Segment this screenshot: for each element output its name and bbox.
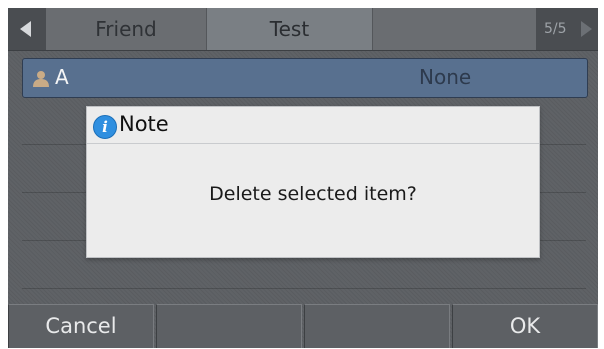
list-divider: [22, 288, 586, 289]
dialog-message: Delete selected item?: [209, 183, 417, 205]
tab-empty[interactable]: [371, 8, 536, 50]
softkey-3[interactable]: [304, 304, 450, 348]
note-dialog: i Note Delete selected item?: [86, 106, 540, 258]
tab-bar: Friend Test 5/5: [8, 8, 598, 51]
page-indicator: 5/5: [544, 21, 567, 37]
softkey-bar: Cancel OK: [8, 304, 598, 348]
contact-value: None: [419, 65, 472, 89]
dialog-header: i Note: [87, 107, 539, 144]
next-page-button[interactable]: 5/5: [536, 8, 598, 50]
contact-list-item[interactable]: A None: [22, 58, 588, 98]
arrow-right-icon: [581, 21, 592, 37]
tab-test[interactable]: Test: [206, 8, 373, 50]
ok-button[interactable]: OK: [452, 304, 598, 348]
tab-friend[interactable]: Friend: [46, 8, 206, 50]
arrow-left-icon: [20, 21, 31, 37]
softkey-2[interactable]: [156, 304, 302, 348]
phone-screen: Friend Test 5/5 A None i Note Delete sel…: [8, 8, 598, 348]
prev-page-button[interactable]: [8, 8, 46, 50]
info-icon: i: [93, 115, 117, 139]
dialog-title: Note: [119, 112, 169, 136]
cancel-button[interactable]: Cancel: [8, 304, 154, 348]
person-icon: [33, 71, 49, 87]
contact-name: A: [55, 65, 69, 89]
